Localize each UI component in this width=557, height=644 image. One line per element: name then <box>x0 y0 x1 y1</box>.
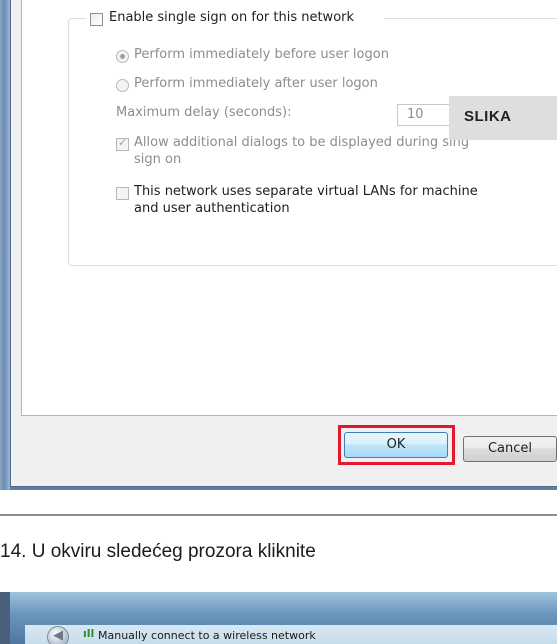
vlan-label-line2: and user authentication <box>134 201 290 216</box>
vlan-label-line1: This network uses separate virtual LANs … <box>134 184 478 199</box>
sso-checkbox[interactable] <box>90 13 103 26</box>
vlan-checkbox[interactable] <box>116 187 129 200</box>
slika-overlay-label: SLIKA <box>449 96 557 140</box>
radio-after-logon-label: Perform immediately after user logon <box>134 76 378 91</box>
wifi-icon: ıll <box>83 627 95 640</box>
back-arrow-icon[interactable]: ◀ <box>47 626 69 644</box>
radio-before-logon-label: Perform immediately before user logon <box>134 47 389 62</box>
allow-dialogs-checkbox[interactable]: ✓ <box>116 136 129 151</box>
cancel-button[interactable]: Cancel <box>463 436 557 462</box>
radio-before-logon[interactable] <box>116 50 129 63</box>
max-delay-label: Maximum delay (seconds): <box>116 105 292 120</box>
second-window-screenshot: ◀ ıll Manually connect to a wireless net… <box>0 592 557 644</box>
checkmark-icon: ✓ <box>118 136 128 149</box>
window-frame-left <box>0 0 10 490</box>
section-divider <box>0 514 557 516</box>
second-window-title: Manually connect to a wireless network <box>98 629 316 642</box>
allow-dialogs-label-line2: sign on <box>134 152 182 167</box>
radio-after-logon[interactable] <box>116 79 129 92</box>
ok-button[interactable]: OK <box>344 432 448 458</box>
dialog-screenshot: Enable single sign on for this network P… <box>0 0 557 490</box>
instruction-text: 14. U okviru sledećeg prozora kliknite <box>0 541 316 562</box>
sso-checkbox-label: Enable single sign on for this network <box>109 10 355 25</box>
allow-dialogs-label-line1: Allow additional dialogs to be displayed… <box>134 135 470 150</box>
